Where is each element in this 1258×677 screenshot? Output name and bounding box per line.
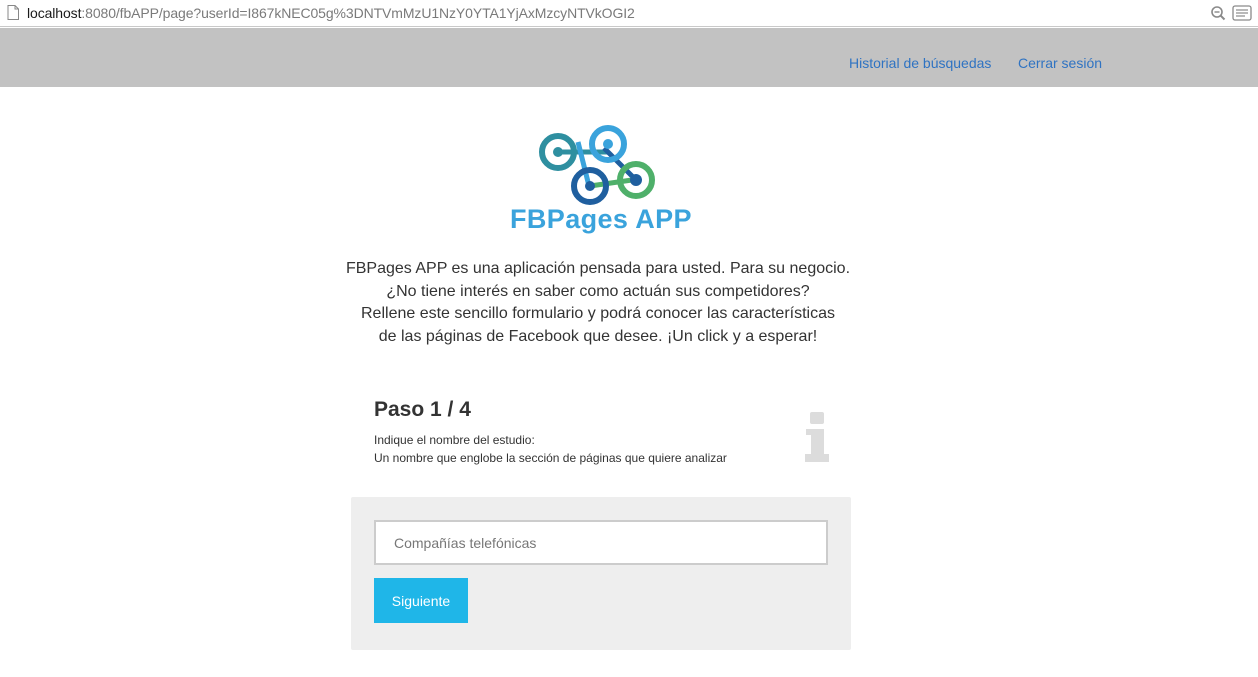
- page-icon: [7, 5, 19, 20]
- url-text[interactable]: localhost:8080/fbAPP/page?userId=I867kNE…: [27, 5, 635, 21]
- study-form-panel: Siguiente: [351, 497, 851, 650]
- next-button[interactable]: Siguiente: [374, 578, 468, 623]
- intro-line: de las páginas de Facebook que desee. ¡U…: [378, 327, 818, 345]
- intro-text: FBPages APP es una aplicación pensada pa…: [300, 258, 896, 348]
- step-desc-line: Un nombre que englobe la sección de pági…: [374, 451, 727, 465]
- url-path: :8080/fbAPP/page?userId=I867kNEC05g%3DNT…: [81, 5, 635, 21]
- intro-line: FBPages APP es una aplicación pensada pa…: [345, 260, 851, 277]
- nav-logout-link[interactable]: Cerrar sesión: [1018, 55, 1102, 71]
- info-icon: [805, 412, 829, 462]
- intro-line: Rellene este sencillo formulario y podrá…: [361, 305, 835, 322]
- reader-icon[interactable]: [1232, 5, 1252, 21]
- zoom-icon[interactable]: [1210, 5, 1228, 21]
- browser-url-bar[interactable]: localhost:8080/fbAPP/page?userId=I867kNE…: [0, 0, 1258, 27]
- network-nodes-icon: [539, 125, 655, 205]
- top-navbar: Historial de búsquedas Cerrar sesión: [0, 28, 1258, 87]
- logo-title: FBPages APP: [510, 204, 692, 234]
- step-description: Indique el nombre del estudio: Un nombre…: [374, 431, 834, 467]
- nav-search-history-link[interactable]: Historial de búsquedas: [849, 55, 991, 71]
- app-logo: FBPages APP: [508, 124, 700, 240]
- intro-line: ¿No tiene interés en saber como actuán s…: [386, 282, 810, 300]
- url-host: localhost: [27, 5, 82, 21]
- study-name-input[interactable]: [374, 520, 828, 565]
- step-title: Paso 1 / 4: [374, 398, 471, 421]
- step-header: Paso 1 / 4 Indique el nombre del estudio…: [374, 398, 834, 467]
- step-desc-line: Indique el nombre del estudio:: [374, 433, 535, 447]
